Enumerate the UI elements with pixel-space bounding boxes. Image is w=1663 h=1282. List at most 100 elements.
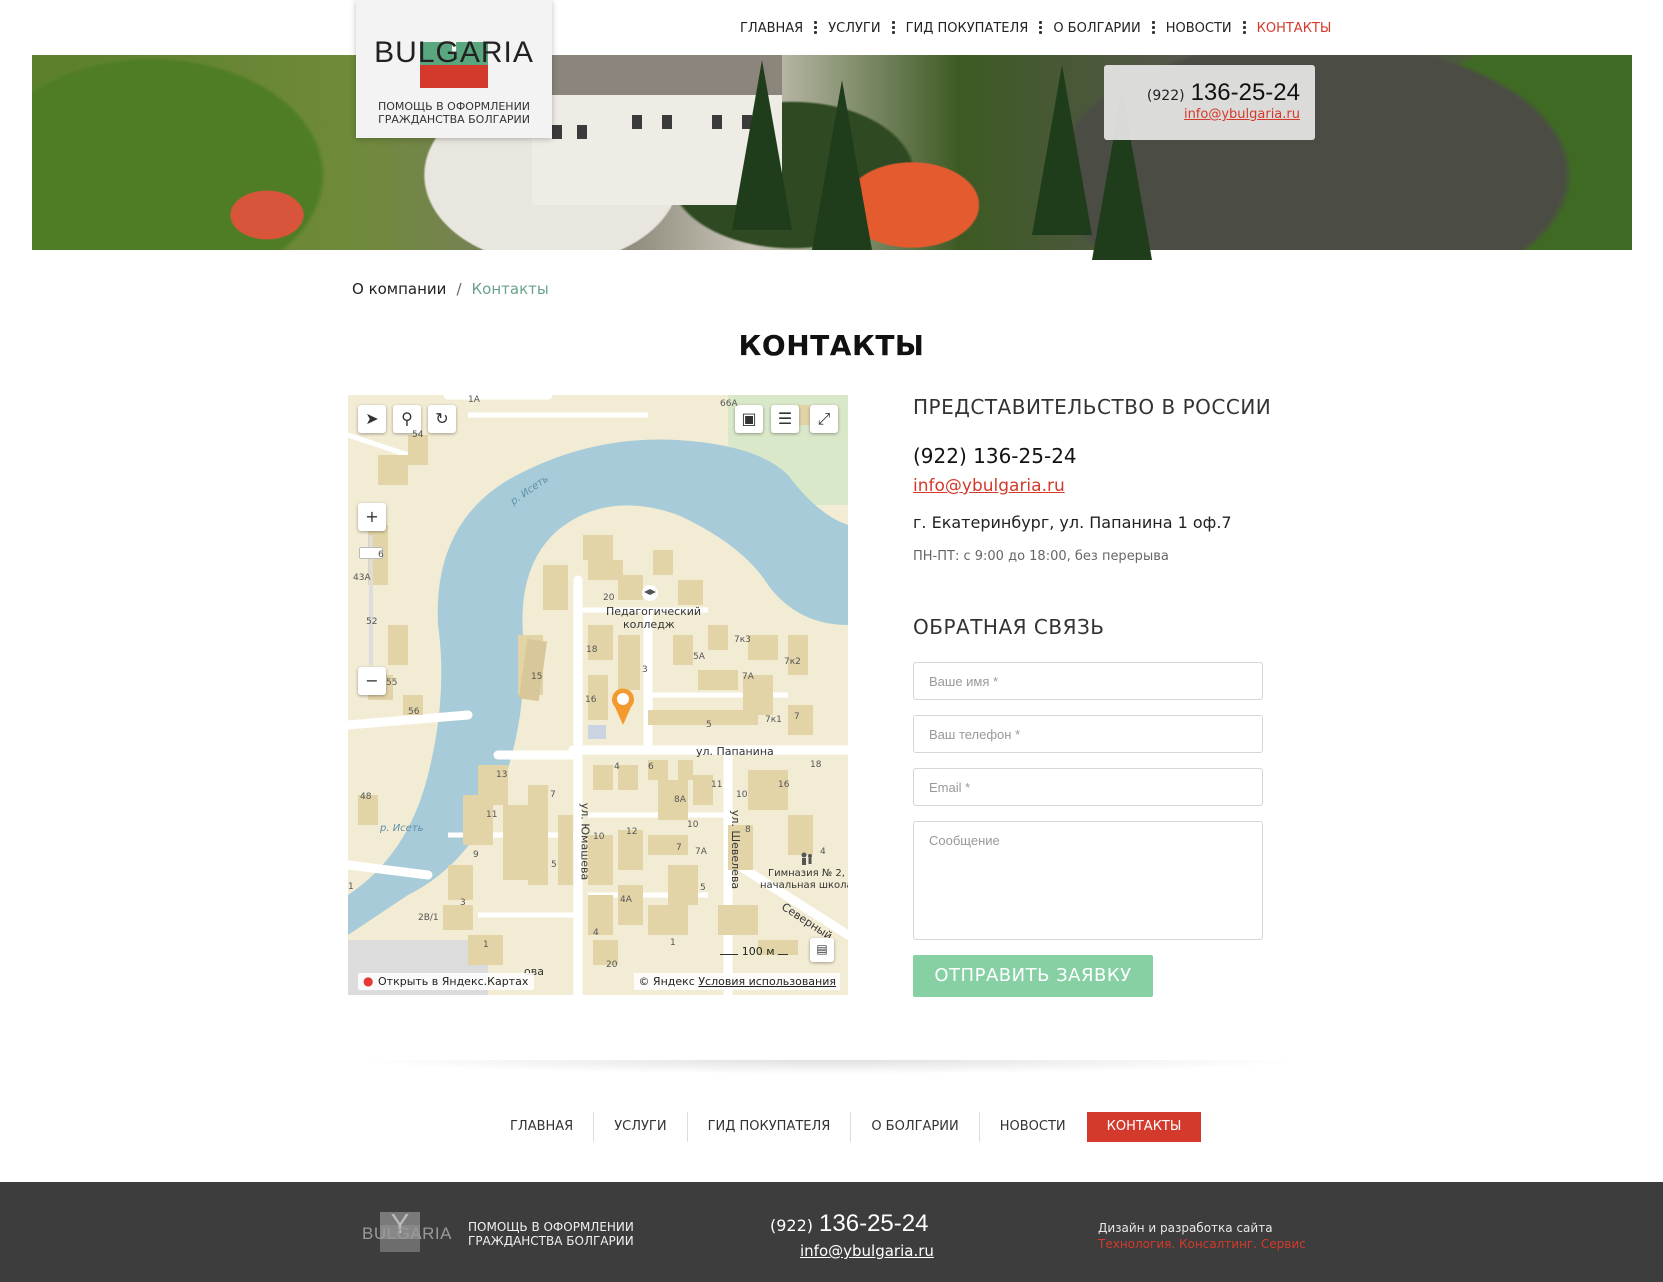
map-canvas xyxy=(348,395,848,995)
map-house-number: 55 xyxy=(386,678,398,688)
nav-separator xyxy=(1242,20,1246,36)
yandex-map[interactable]: ➤ ⚲ ↻ ▣ ☰ ⤢ + − Педагогический колледж у… xyxy=(348,395,848,995)
footer-nav-buyers-guide[interactable]: ГИД ПОКУПАТЕЛЯ xyxy=(688,1112,851,1142)
map-house-number: 54 xyxy=(412,430,424,440)
map-house-number: 4А xyxy=(620,895,632,905)
map-terms-link[interactable]: Условия использования xyxy=(698,975,836,988)
map-house-number: 8 xyxy=(745,825,751,835)
breadcrumb-current: Контакты xyxy=(471,280,549,298)
map-house-number: 7 xyxy=(794,712,800,722)
route-icon[interactable]: ↻ xyxy=(428,405,456,433)
map-house-number: 10 xyxy=(593,832,605,842)
section-divider xyxy=(350,1060,1310,1074)
nav-separator xyxy=(814,20,818,36)
name-input[interactable]: Ваше имя * xyxy=(913,662,1263,700)
map-house-number: 11 xyxy=(711,780,723,790)
header-banner-image xyxy=(32,55,1632,260)
map-label-school: Гимназия № 2, xyxy=(768,868,845,879)
nav-item-services[interactable]: УСЛУГИ xyxy=(828,21,880,36)
yandex-pin-icon: ● xyxy=(363,974,374,988)
logo-wordmark: BULGARIA xyxy=(374,36,534,69)
map-house-number: 20 xyxy=(603,593,615,603)
map-house-number: 43А xyxy=(353,573,371,583)
map-label-street: ул. Юмашева xyxy=(578,802,592,881)
map-house-number: 52 xyxy=(366,617,378,627)
map-house-number: 18 xyxy=(586,645,598,655)
open-in-yandex-maps-link[interactable]: ● Открыть в Яндекс.Картах xyxy=(358,973,535,990)
map-house-number: 4 xyxy=(593,928,599,938)
feedback-title: ОБРАТНАЯ СВЯЗЬ xyxy=(913,615,1105,639)
map-house-number: 10 xyxy=(687,820,699,830)
map-house-number: 7 xyxy=(550,790,556,800)
fullscreen-icon[interactable]: ⤢ xyxy=(810,405,838,433)
header-email-link[interactable]: info@ybulgaria.ru xyxy=(1104,107,1300,122)
map-house-number: 66А xyxy=(720,399,738,409)
email-input[interactable]: Email * xyxy=(913,768,1263,806)
contact-address: г. Екатеринбург, ул. Папанина 1 оф.7 xyxy=(913,513,1232,532)
layers-icon[interactable]: ☰ xyxy=(771,405,799,433)
logo-tagline: ПОМОЩЬ В ОФОРМЛЕНИИ ГРАЖДАНСТВА БОЛГАРИИ xyxy=(377,100,531,126)
zoom-in-icon[interactable]: + xyxy=(358,503,386,531)
footer-nav-services[interactable]: УСЛУГИ xyxy=(594,1112,686,1142)
phone-input[interactable]: Ваш телефон * xyxy=(913,715,1263,753)
map-label-college: Педагогический xyxy=(606,605,702,618)
nav-separator xyxy=(891,20,895,36)
locate-icon[interactable]: ➤ xyxy=(358,405,386,433)
map-label-school: начальная школа xyxy=(760,880,848,891)
nav-item-home[interactable]: ГЛАВНАЯ xyxy=(740,21,803,36)
map-pin-icon[interactable] xyxy=(610,687,636,727)
map-label-river: р. Исеть xyxy=(380,823,424,834)
footer-logo-wordmark: BULGARIA xyxy=(362,1224,452,1243)
ruler-icon[interactable]: ▤ xyxy=(810,938,834,962)
map-scale: 100 м xyxy=(720,945,788,958)
developer-link[interactable]: Технология. Консалтинг. Сервис xyxy=(1098,1237,1306,1251)
map-house-number: 1 xyxy=(483,940,489,950)
contact-email-link[interactable]: info@ybulgaria.ru xyxy=(913,476,1065,496)
map-house-number: 56 xyxy=(408,707,420,717)
nav-item-contacts[interactable]: КОНТАКТЫ xyxy=(1257,21,1332,36)
map-house-number: 1 xyxy=(670,938,676,948)
contact-phone[interactable]: (922) 136-25-24 xyxy=(913,444,1273,468)
nav-item-buyers-guide[interactable]: ГИД ПОКУПАТЕЛЯ xyxy=(906,21,1029,36)
footer-phone[interactable]: (922) 136-25-24 xyxy=(770,1210,928,1238)
footer-nav-home[interactable]: ГЛАВНАЯ xyxy=(490,1112,593,1142)
breadcrumb-home-link[interactable]: О компании xyxy=(352,280,446,298)
map-house-number: 7 xyxy=(676,843,682,853)
map-house-number: 3 xyxy=(460,898,466,908)
map-house-number: 1 xyxy=(348,882,354,892)
nav-separator xyxy=(1039,20,1043,36)
traffic-icon[interactable]: ▣ xyxy=(735,405,763,433)
submit-request-button[interactable]: ОТПРАВИТЬ ЗАЯВКУ xyxy=(913,955,1153,997)
footer-nav-news[interactable]: НОВОСТИ xyxy=(980,1112,1086,1142)
page-title: КОНТАКТЫ xyxy=(738,329,925,362)
map-house-number: 5 xyxy=(551,860,557,870)
school-icon xyxy=(801,852,812,865)
footer-email-link[interactable]: info@ybulgaria.ru xyxy=(800,1242,934,1260)
nav-item-about-bulgaria[interactable]: О БОЛГАРИИ xyxy=(1053,21,1140,36)
map-house-number: 16 xyxy=(585,695,597,705)
map-attribution: © Яндекс Условия использования xyxy=(634,973,840,990)
map-house-number: 1А xyxy=(468,395,480,405)
developer-credit: Дизайн и разработка сайта Технология. Ко… xyxy=(1098,1221,1306,1251)
footer-nav-about-bulgaria[interactable]: О БОЛГАРИИ xyxy=(851,1112,978,1142)
representation-title: ПРЕДСТАВИТЕЛЬСТВО В РОССИИ xyxy=(913,395,1272,419)
map-house-number: 6 xyxy=(648,762,654,772)
footer-nav-contacts[interactable]: КОНТАКТЫ xyxy=(1086,1112,1202,1142)
contact-info: ПРЕДСТАВИТЕЛЬСТВО В РОССИИ (922) 136-25-… xyxy=(913,395,1273,564)
footer-logo[interactable]: Y BULGARIA xyxy=(362,1208,462,1252)
nav-separator xyxy=(1151,20,1155,36)
nav-item-news[interactable]: НОВОСТИ xyxy=(1166,21,1232,36)
site-logo[interactable]: Y BULGARIA ПОМОЩЬ В ОФОРМЛЕНИИ ГРАЖДАНСТ… xyxy=(356,0,552,138)
map-label-college: колледж xyxy=(623,618,675,631)
contact-hours: ПН-ПТ: с 9:00 до 18:00, без перерыва xyxy=(913,549,1169,564)
header-phone-code: (922) xyxy=(1146,88,1185,104)
map-house-number: 48 xyxy=(360,792,372,802)
message-textarea[interactable]: Сообщение xyxy=(913,821,1263,940)
map-house-number: 7к3 xyxy=(734,635,751,645)
header-phone-number[interactable]: 136-25-24 xyxy=(1191,79,1300,106)
zoom-out-icon[interactable]: − xyxy=(358,667,386,695)
map-house-number: 2В/1 xyxy=(418,913,439,923)
search-icon[interactable]: ⚲ xyxy=(393,405,421,433)
map-house-number: 7А xyxy=(695,847,707,857)
map-house-number: 5 xyxy=(700,883,706,893)
